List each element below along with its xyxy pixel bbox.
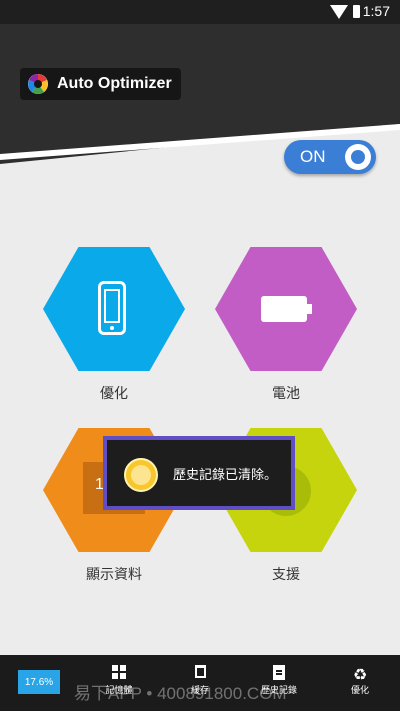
usage-percent-badge[interactable]: 17.6% [18, 670, 60, 694]
battery-icon [353, 5, 360, 18]
wifi-icon [330, 5, 348, 19]
tile-label: 電池 [272, 386, 300, 402]
nav-label: 優化 [350, 686, 369, 696]
tile-label: 支援 [272, 567, 300, 583]
nav-optimize[interactable]: ♻ 優化 [330, 665, 390, 697]
toggle-label: ON [300, 147, 326, 166]
status-time: 1:57 [362, 3, 390, 19]
emoji-face-icon [124, 458, 158, 492]
optimizer-toggle[interactable]: ON [284, 140, 376, 174]
toast-message: 歷史記錄已清除。 [103, 436, 295, 510]
status-bar: 1:57 [0, 0, 400, 24]
tile-hexagon [215, 247, 357, 371]
tile-hexagon [43, 247, 185, 371]
bottom-nav: 17.6% 記憶體 緩存 歷史記錄 ♻ 優化 易下APP • 400891800… [0, 655, 400, 711]
app-logo-icon [28, 74, 48, 94]
toggle-knob [345, 144, 371, 170]
toast-text: 歷史記錄已清除。 [173, 468, 278, 483]
watermark: 易下APP • 400891800.COM [74, 684, 287, 703]
tile-label: 顯示資料 [86, 567, 142, 583]
app-title: Auto Optimizer [57, 75, 172, 92]
phone-icon [98, 281, 126, 335]
app-title-chip: Auto Optimizer [20, 68, 181, 100]
tile-label: 優化 [100, 386, 128, 402]
recycle-icon: ♻ [352, 665, 368, 684]
battery-icon [261, 296, 312, 322]
